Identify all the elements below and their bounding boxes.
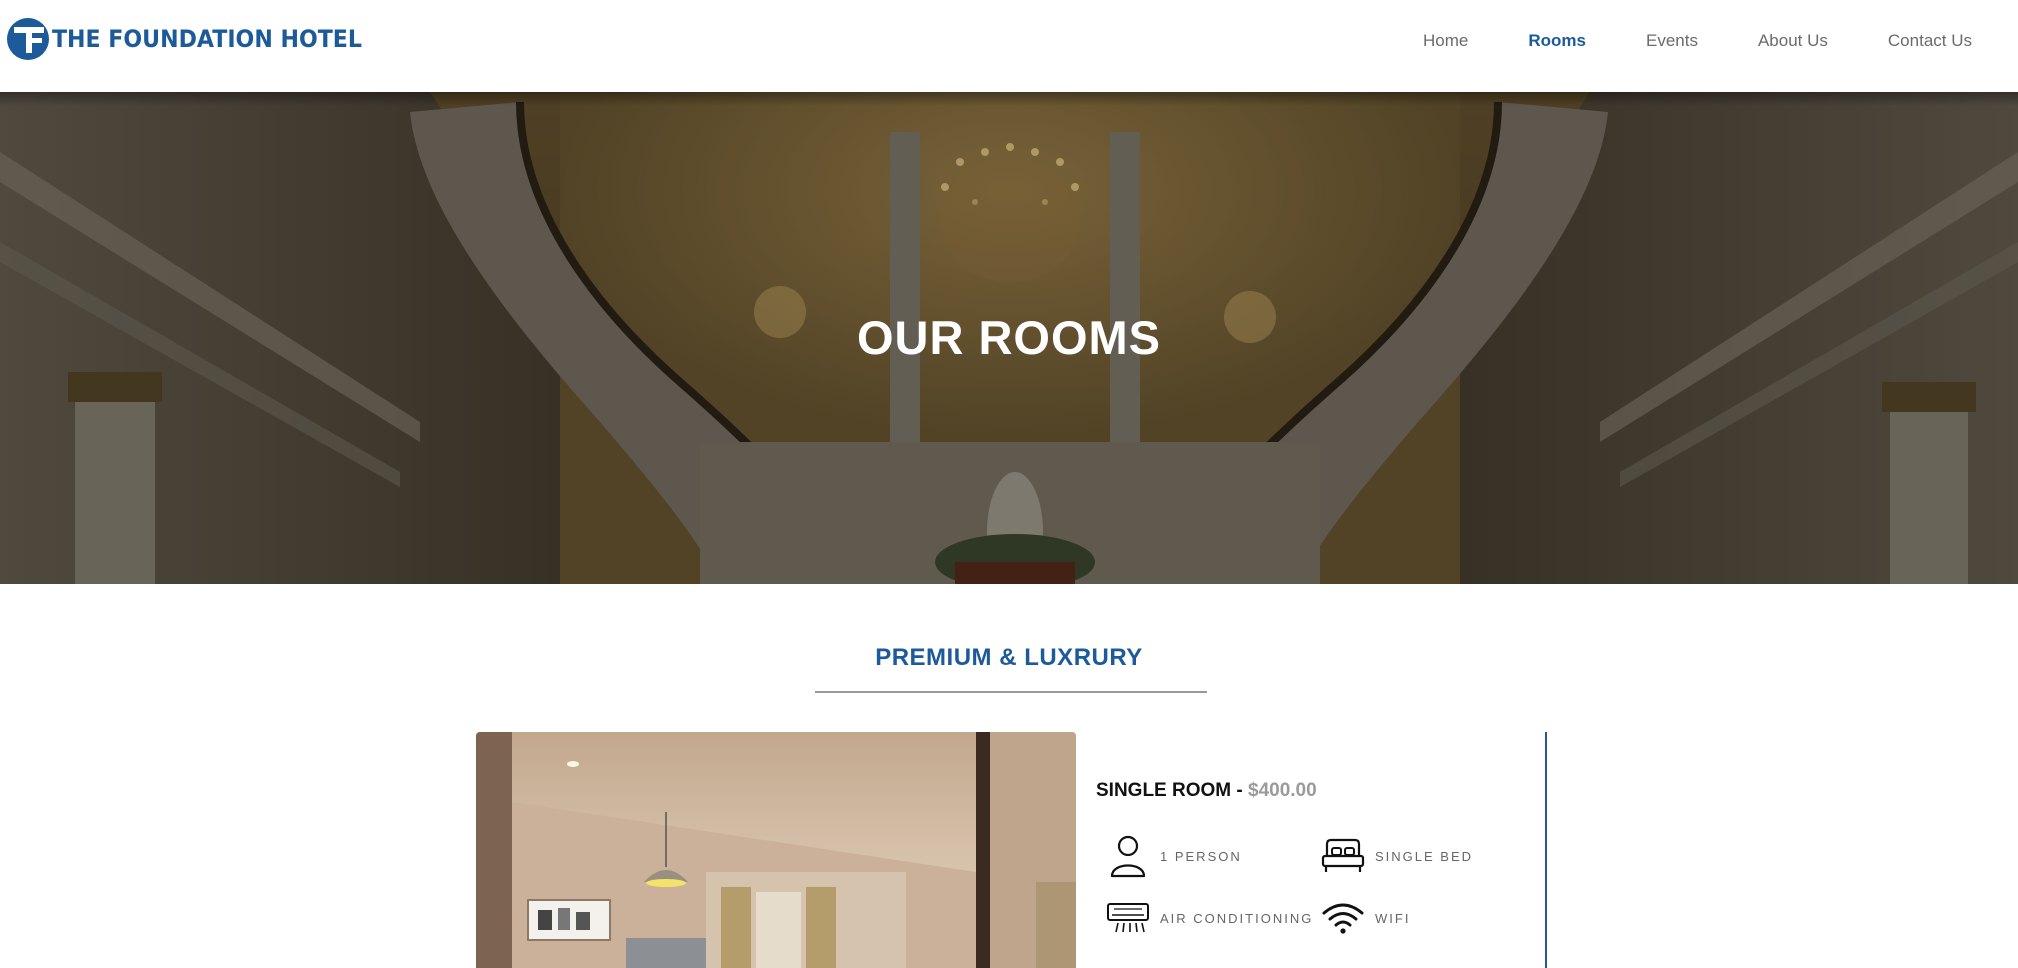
amenity-wifi: WIFI bbox=[1321, 896, 1410, 940]
hero-banner: OUR ROOMS bbox=[0, 92, 2018, 584]
brand-logo[interactable]: THE FOUNDATION HOTEL bbox=[6, 16, 389, 62]
amenity-air-conditioning: AIR CONDITIONING bbox=[1106, 896, 1313, 940]
amenity-label: WIFI bbox=[1375, 910, 1411, 926]
logo-mark-icon bbox=[6, 17, 50, 61]
wifi-icon bbox=[1321, 896, 1365, 940]
single-room-image bbox=[476, 732, 1076, 968]
nav-about-us[interactable]: About Us bbox=[1758, 31, 1828, 51]
hero-title: OUR ROOMS bbox=[856, 311, 1162, 364]
site-header: THE FOUNDATION HOTEL Home Rooms Events A… bbox=[0, 0, 2018, 92]
header-shadow bbox=[0, 92, 2018, 106]
section-title: PREMIUM & LUXRURY bbox=[875, 644, 1143, 671]
amenity-label: SINGLE BED bbox=[1375, 848, 1474, 864]
person-icon bbox=[1106, 834, 1150, 878]
room-title: SINGLE ROOM - $400.00 bbox=[1096, 780, 1317, 802]
main-nav: Home Rooms Events About Us Contact Us bbox=[1363, 0, 1972, 82]
nav-contact-us[interactable]: Contact Us bbox=[1888, 31, 1972, 51]
amenity-person: 1 PERSON bbox=[1106, 834, 1242, 878]
nav-home[interactable]: Home bbox=[1423, 31, 1468, 51]
amenity-label: AIR CONDITIONING bbox=[1160, 910, 1314, 926]
amenity-label: 1 PERSON bbox=[1160, 848, 1242, 864]
bed-icon bbox=[1321, 834, 1365, 878]
air-conditioner-icon bbox=[1106, 896, 1150, 940]
room-details: SINGLE ROOM - $400.00 1 PERSON SINGLE BE… bbox=[1096, 732, 1546, 968]
nav-events[interactable]: Events bbox=[1646, 31, 1698, 51]
nav-rooms[interactable]: Rooms bbox=[1528, 31, 1586, 51]
room-price: $400.00 bbox=[1248, 780, 1317, 801]
room-photo[interactable] bbox=[476, 732, 1076, 968]
room-card-divider bbox=[1545, 732, 1547, 968]
section-divider bbox=[815, 691, 1207, 693]
brand-name: THE FOUNDATION HOTEL bbox=[52, 25, 362, 53]
amenity-bed: SINGLE BED bbox=[1321, 834, 1473, 878]
room-name: SINGLE ROOM - bbox=[1096, 780, 1243, 801]
